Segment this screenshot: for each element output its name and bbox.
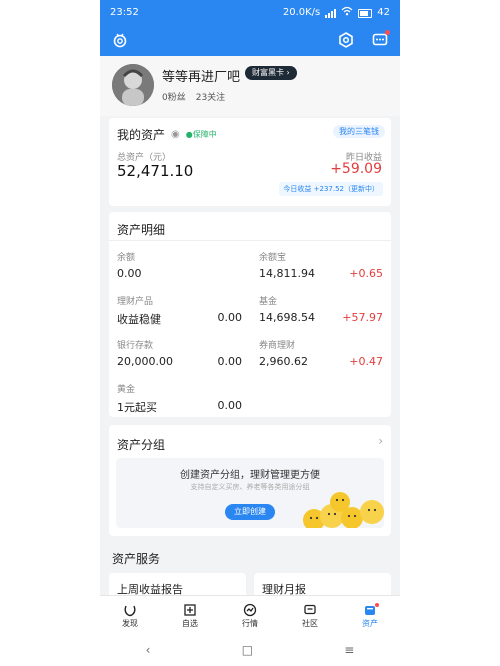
tab-discover[interactable]: 发现 (100, 596, 160, 634)
battery-icon (358, 8, 373, 18)
asset-details-card: 资产明细 余额 0.00 余额宝 14,811.94 +0.65 理财产品 收益… (109, 212, 391, 417)
status-time: 23:52 (110, 7, 139, 18)
profile-stats: 0粉丝 23关注 (162, 90, 225, 103)
asset-group-title: 资产分组 (117, 438, 166, 452)
settings-icon[interactable] (336, 30, 356, 50)
mascot-icon[interactable] (110, 30, 130, 50)
wifi-icon (341, 6, 353, 21)
menu-icon[interactable]: ≡ (344, 643, 354, 657)
create-group-button[interactable]: 立即创建 (225, 504, 275, 520)
assets-title: 我的资产 (117, 128, 166, 142)
android-nav-bar: ‹ □ ≡ (100, 633, 400, 666)
user-name: 等等再进厂吧 (162, 70, 241, 85)
tab-assets[interactable]: 资产 (340, 596, 400, 634)
detail-item-broker-wealth[interactable]: 券商理财 2,960.62 +0.47 (259, 338, 383, 372)
group-promo-title: 创建资产分组，理财管理更方便 (180, 470, 320, 481)
protect-badge[interactable]: ●保障中 (186, 129, 217, 140)
watchlist-icon (183, 602, 197, 618)
back-icon[interactable]: ‹ (146, 643, 151, 657)
today-income-note[interactable]: 今日收益 +237.52（更新中） (279, 182, 383, 196)
detail-item-balance[interactable]: 余额 0.00 (117, 250, 242, 284)
network-speed: 20.0K/s (282, 7, 321, 18)
notification-dot (385, 30, 390, 35)
yesterday-income-value: +59.09 (330, 161, 382, 177)
status-bar: 23:52 20.0K/s 42 (110, 6, 390, 20)
assets-icon (363, 602, 379, 618)
bottom-tab-bar: 发现 自选 行情 社区 资产 (100, 595, 400, 634)
chevron-right-icon[interactable]: › (378, 434, 383, 448)
detail-item-fund[interactable]: 基金 14,698.54 +57.97 (259, 294, 383, 328)
detail-item-yuebao[interactable]: 余额宝 14,811.94 +0.65 (259, 250, 383, 284)
signal-icon (325, 8, 337, 18)
battery-level: 42 (377, 7, 390, 18)
detail-item-bank-deposit[interactable]: 银行存款 20,000.00 0.00 (117, 338, 242, 372)
market-icon (243, 602, 257, 618)
detail-item-wealth-products[interactable]: 理财产品 收益稳健 0.00 (117, 294, 242, 328)
group-promo-box: 创建资产分组，理财管理更方便 支持自定义买房、养老等各类用途分组 立即创建 (116, 458, 384, 528)
followers-count[interactable]: 0粉丝 (162, 90, 186, 103)
vip-badge[interactable]: 财富黑卡 › (245, 66, 297, 80)
tab-community[interactable]: 社区 (280, 596, 340, 634)
detail-item-gold[interactable]: 黄金 1元起买 0.00 (117, 382, 242, 416)
tab-market[interactable]: 行情 (220, 596, 280, 634)
group-promo-subtitle: 支持自定义买房、养老等各类用途分组 (190, 483, 310, 491)
following-count[interactable]: 23关注 (196, 90, 225, 103)
avatar[interactable] (112, 64, 154, 106)
asset-group-card: 资产分组 › 创建资产分组，理财管理更方便 支持自定义买房、养老等各类用途分组 … (109, 425, 391, 536)
app-bar (110, 28, 390, 52)
home-icon[interactable]: □ (242, 643, 253, 657)
tab-watchlist[interactable]: 自选 (160, 596, 220, 634)
message-icon[interactable] (370, 30, 390, 50)
community-icon (303, 602, 317, 618)
eye-icon[interactable]: ◉ (171, 129, 180, 140)
discover-icon (123, 602, 137, 618)
total-assets-value: 52,471.10 (117, 162, 194, 180)
asset-services-title: 资产服务 (112, 552, 161, 566)
profile-section: 等等再进厂吧 财富黑卡 › 0粉丝 23关注 (100, 56, 400, 116)
top-header: 23:52 20.0K/s 42 (100, 0, 400, 56)
my-money-link[interactable]: 我的三笔钱 (333, 125, 385, 138)
asset-details-title: 资产明细 (117, 223, 166, 237)
phone-screen: 23:52 20.0K/s 42 等等再进厂吧 财富黑卡 › 0粉丝 23关注 … (100, 0, 400, 666)
assets-card: 我的资产 ◉ ●保障中 我的三笔钱 总资产（元） 52,471.10 昨日收益 … (109, 118, 391, 206)
coins-illustration (303, 492, 384, 528)
